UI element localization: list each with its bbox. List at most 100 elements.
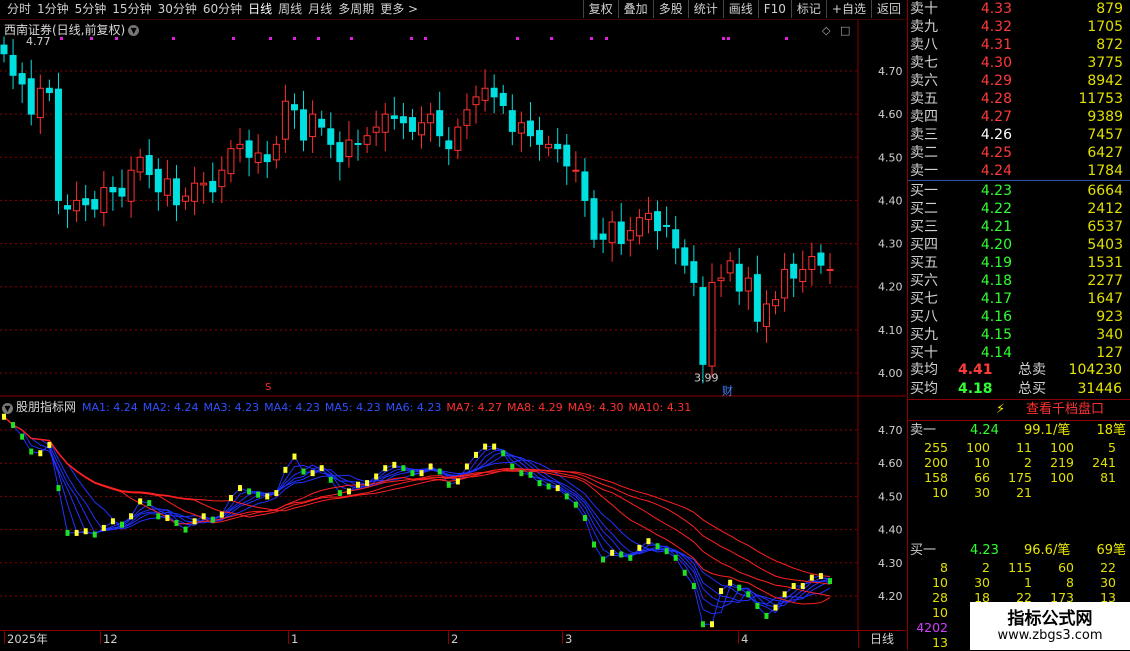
period-tab[interactable]: 1分钟 [34, 1, 72, 18]
queue-order: 30 [974, 485, 990, 500]
candle [418, 106, 426, 149]
avg-price: 4.41 [958, 362, 993, 378]
bid-row[interactable]: 买十 4.14 127 [908, 344, 1123, 362]
candle [272, 135, 280, 169]
ask-row[interactable]: 卖六 4.29 8942 [908, 72, 1123, 90]
bid-level-label: 买一 [910, 183, 938, 199]
period-tab[interactable]: 多周期 [335, 1, 377, 18]
ask-row[interactable]: 卖一 4.24 1784 [908, 162, 1123, 180]
ask-row[interactable]: 卖三 4.26 7457 [908, 126, 1123, 144]
candle [227, 140, 235, 183]
tool-button[interactable]: +自选 [825, 0, 871, 18]
diamond-icon[interactable]: ◇ [822, 24, 831, 37]
queue-avg: 99.1/笔 [1024, 423, 1071, 438]
candle [526, 102, 534, 147]
ask-row[interactable]: 卖五 4.28 11753 [908, 90, 1123, 108]
queue-price: 4.23 [970, 543, 999, 558]
orderbook-summary: 卖均 4.41 总卖 104230 买均 4.18 总买 31446 [908, 361, 1130, 399]
tool-button[interactable]: 统计 [687, 0, 723, 18]
period-tab[interactable]: 分时 [4, 1, 34, 18]
candle [64, 194, 72, 229]
tool-button[interactable]: 多股 [652, 0, 688, 18]
bid-price: 4.21 [980, 219, 1012, 235]
candle [408, 108, 416, 141]
ask-row[interactable]: 卖十 4.33 879 [908, 0, 1123, 18]
period-tab[interactable]: 月线 [305, 1, 335, 18]
ask-level-label: 卖九 [910, 19, 938, 35]
orderbook-divider [908, 180, 1130, 181]
period-tab[interactable]: 15分钟 [109, 1, 154, 18]
ask-row[interactable]: 卖八 4.31 872 [908, 36, 1123, 54]
queue-order: 255 [924, 440, 948, 455]
period-tab[interactable]: 周线 [275, 1, 305, 18]
bid-row[interactable]: 买一 4.23 6664 [908, 182, 1123, 200]
period-tab[interactable]: 日线 [245, 1, 275, 18]
bid-level-label: 买七 [910, 291, 938, 307]
tool-button[interactable]: 画线 [722, 0, 758, 18]
bid-row[interactable]: 买二 4.22 2412 [908, 200, 1123, 218]
period-tab[interactable]: 5分钟 [72, 1, 110, 18]
chevron-down-icon[interactable]: ▼ [2, 403, 13, 414]
period-tab[interactable]: 60分钟 [200, 1, 245, 18]
ask-row[interactable]: 卖九 4.32 1705 [908, 18, 1123, 36]
tool-button[interactable]: 标记 [790, 0, 826, 18]
ask-row[interactable]: 卖七 4.30 3775 [908, 54, 1123, 72]
ask-row[interactable]: 卖四 4.27 9389 [908, 108, 1123, 126]
candle [118, 169, 126, 208]
ask-price: 4.25 [980, 145, 1012, 161]
time-label: 2025年 [7, 632, 48, 646]
bid-price: 4.19 [980, 255, 1012, 271]
ask-level-label: 卖七 [910, 55, 938, 71]
ask-row[interactable]: 卖二 4.25 6427 [908, 144, 1123, 162]
candle [172, 165, 180, 222]
candle [626, 216, 634, 257]
candle [599, 217, 607, 254]
queue-order: 8 [940, 560, 948, 575]
ask-volume: 11753 [1078, 91, 1123, 107]
queue-order: 10 [932, 575, 948, 590]
candle [91, 190, 99, 218]
bid-row[interactable]: 买六 4.18 2277 [908, 272, 1123, 290]
finance-badge[interactable]: 财 [722, 383, 733, 397]
chevron-down-icon[interactable]: ▼ [128, 25, 140, 36]
candle [18, 62, 26, 103]
bid-row[interactable]: 买八 4.16 923 [908, 308, 1123, 326]
candle [263, 140, 271, 178]
bid-row[interactable]: 买四 4.20 5403 [908, 236, 1123, 254]
candle [772, 291, 780, 315]
tool-button[interactable]: 复权 [582, 0, 618, 18]
tool-button[interactable]: 返回 [870, 0, 906, 18]
candle [508, 94, 516, 146]
candle [735, 247, 743, 305]
tool-button[interactable]: 叠加 [617, 0, 653, 18]
ma-value-label: MA9: 4.30 [567, 401, 624, 414]
bid-row[interactable]: 买五 4.19 1531 [908, 254, 1123, 272]
thousand-level-button[interactable]: ⚡ 查看千档盘口 [908, 399, 1130, 421]
indicator-name[interactable]: 股朋指标网 [16, 400, 76, 414]
queue-order: 30 [974, 575, 990, 590]
period-tab[interactable]: 更多 > [377, 1, 421, 18]
time-label: 12 [103, 632, 118, 646]
candle [127, 156, 135, 218]
indicator-tick-label: 4.30 [878, 557, 903, 570]
chart-canvas[interactable]: 4.70 4.60 4.50 4.40 4.30 4.20 4.10 4.00 4.70 4.60… [0, 20, 906, 630]
candle [608, 210, 616, 262]
ma-line [3, 416, 831, 609]
ask-price: 4.33 [980, 1, 1012, 17]
period-tab[interactable]: 30分钟 [155, 1, 200, 18]
candle [445, 127, 453, 166]
queue-grid-row: 8 2 115 60 22 [908, 560, 1130, 575]
square-icon[interactable]: □ [840, 24, 850, 37]
tool-button[interactable]: F10 [757, 0, 791, 18]
queue-order: 219 [1050, 455, 1074, 470]
bid-volume: 1531 [1087, 255, 1123, 271]
period-label[interactable]: 日线 [858, 631, 905, 648]
bid-row[interactable]: 买七 4.17 1647 [908, 290, 1123, 308]
candle [82, 184, 90, 222]
candle [826, 253, 834, 285]
chart-title[interactable]: 西南证券(日线,前复权) ▼ [4, 21, 140, 38]
bid-row[interactable]: 买三 4.21 6537 [908, 218, 1123, 236]
bid-row[interactable]: 买九 4.15 340 [908, 326, 1123, 344]
ma-value-label: MA10: 4.31 [628, 401, 692, 414]
queue-order: 100 [966, 440, 990, 455]
